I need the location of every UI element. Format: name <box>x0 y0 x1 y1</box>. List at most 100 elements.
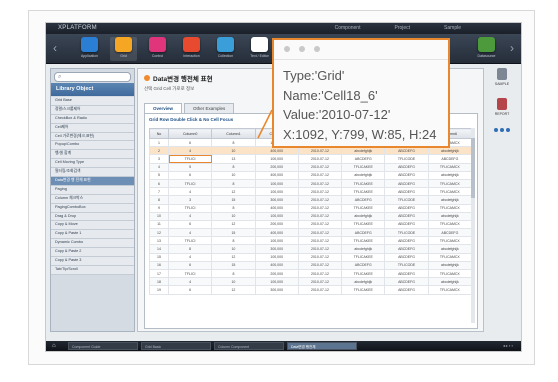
grid-cell[interactable]: 6 <box>167 285 213 295</box>
grid-cell[interactable]: TFLICODE <box>384 228 429 238</box>
table-row[interactable]: 6 TFLICI 8 100,000 2010-07-12 TFLICAKEE ABCDEF… <box>149 178 473 189</box>
library-list-item[interactable]: Copy & Move <box>51 221 134 231</box>
grid-cell[interactable]: 16 <box>149 260 169 271</box>
grid-cell[interactable]: 13 <box>149 236 169 246</box>
grid-cell[interactable]: ABCDEFG <box>384 285 429 295</box>
grid-cell[interactable]: 8 <box>211 268 256 279</box>
grid-cell[interactable]: ABCDEFG <box>427 154 473 164</box>
grid-cell[interactable]: 6 <box>167 260 213 271</box>
ribbon-item[interactable]: Control <box>144 37 171 61</box>
library-list-item[interactable]: Popup/Combo <box>51 141 134 151</box>
vertical-scrollbar[interactable] <box>471 128 475 323</box>
grid-cell[interactable]: 100,000 <box>254 252 299 262</box>
grid-cell[interactable]: TFLICI <box>167 154 213 164</box>
grid-cell[interactable]: 6 <box>167 219 213 230</box>
grid-cell[interactable]: TFLICAMCX <box>427 203 473 213</box>
grid-cell[interactable]: 6 <box>149 178 169 189</box>
grid-cell[interactable]: TFLICAMCX <box>427 268 473 279</box>
grid-cell[interactable]: 10 <box>211 277 256 287</box>
grid-cell[interactable]: TFLICAKEE <box>341 162 386 172</box>
table-row[interactable]: 18 4 10 100,000 2010-07-12 abcdefghijk ABCDEFG… <box>149 277 473 287</box>
grid-cell[interactable]: 2010-07-12 <box>297 219 343 230</box>
table-row[interactable]: 14 8 10 300,000 2010-07-12 abcdefghijk ABCDEFG… <box>149 244 473 254</box>
grid-cell[interactable]: 2010-07-12 <box>297 203 343 213</box>
grid-cell[interactable]: 8 <box>149 195 169 205</box>
grid-cell[interactable]: 12 <box>149 228 169 238</box>
grid-cell[interactable]: TFLICAKEE <box>341 187 386 197</box>
grid-cell[interactable]: abcdefghijk <box>427 211 473 221</box>
grid-cell[interactable]: TFLICI <box>167 178 213 189</box>
grid-cell[interactable]: 3 <box>149 154 169 164</box>
grid-cell[interactable]: abcdefghijk <box>341 211 386 221</box>
table-row[interactable]: 10 4 10 100,000 2010-07-12 abcdefghijk ABCDEFG… <box>149 211 473 221</box>
table-row[interactable]: 11 6 12 200,000 2010-07-12 TFLICAKEE ABCDEFG TF… <box>149 219 473 230</box>
grid-cell[interactable]: abcdefghijk <box>427 195 473 205</box>
data-grid[interactable]: NoColumn0Column1Column2Column3Column4Col… <box>149 128 473 295</box>
grid-cell[interactable]: 2010-07-12 <box>297 228 343 238</box>
grid-cell[interactable]: abcdefghijk <box>341 277 386 287</box>
library-list-item[interactable]: Column 체크박스 <box>51 194 134 204</box>
grid-cell[interactable]: 10 <box>211 211 256 221</box>
library-list-item[interactable]: Paging <box>51 185 134 195</box>
grid-cell[interactable]: 7 <box>149 187 169 197</box>
library-list-item[interactable]: Dynamic Combo <box>51 239 134 249</box>
taskbar-item[interactable]: Data변경 행전체 <box>287 342 357 350</box>
grid-cell[interactable]: TFLICI <box>167 268 213 279</box>
ribbon-item-datasource[interactable]: Datasource <box>473 37 500 61</box>
grid-cell[interactable]: TFLICAMCX <box>427 187 473 197</box>
grid-cell[interactable]: 4 <box>167 228 213 238</box>
grid-cell[interactable]: 13 <box>211 154 256 164</box>
library-list-item[interactable]: PagingComboBox <box>51 203 134 213</box>
table-row[interactable]: 16 6 15 400,000 2010-07-12 ABCDEFG TFLICODE abc… <box>149 260 473 271</box>
grid-cell[interactable]: ABCDEFG <box>384 277 429 287</box>
grid-cell[interactable]: 8 <box>211 236 256 246</box>
table-row[interactable]: 4 5 8 200,000 2010-07-12 TFLICAKEE ABCDEFG TFLI… <box>149 162 473 172</box>
grid-cell[interactable]: ABCDEFG <box>384 187 429 197</box>
ribbon-item[interactable]: Interaction <box>178 37 205 61</box>
table-row[interactable]: 7 4 12 100,000 2010-07-12 TFLICAKEE ABCDEFG TFL… <box>149 187 473 197</box>
grid-cell[interactable]: 9 <box>149 203 169 213</box>
page-dot[interactable] <box>500 128 504 132</box>
library-list-item[interactable]: Cell Moving Type <box>51 159 134 169</box>
grid-column-header[interactable]: No <box>149 128 169 139</box>
grid-cell[interactable]: 2010-07-12 <box>297 260 343 271</box>
grid-cell[interactable]: TFLICI <box>167 203 213 213</box>
grid-cell[interactable]: 100,000 <box>254 236 299 246</box>
grid-cell[interactable]: 10 <box>211 244 256 254</box>
grid-cell[interactable]: 100,000 <box>254 154 299 164</box>
grid-cell[interactable]: 18 <box>149 277 169 287</box>
table-row[interactable]: 12 4 15 400,000 2010-07-12 ABCDEFG TFLICODE ABC… <box>149 228 473 238</box>
grid-cell[interactable]: 1 <box>149 137 169 148</box>
grid-cell[interactable]: 2 <box>149 146 169 156</box>
table-row[interactable]: 8 3 15 300,000 2010-07-12 ABCDEFG TFLICODE abcd… <box>149 195 473 205</box>
grid-cell[interactable]: 6 <box>167 137 213 148</box>
page-dot[interactable] <box>494 128 498 132</box>
grid-cell[interactable]: 6 <box>167 170 213 180</box>
grid-cell[interactable]: ABCDEFG <box>384 211 429 221</box>
taskbar-item[interactable]: Column Component <box>214 342 284 350</box>
top-link-project[interactable]: Project <box>394 25 410 31</box>
grid-cell[interactable]: TFLICAMCX <box>427 219 473 230</box>
grid-cell[interactable]: 2010-07-12 <box>297 268 343 279</box>
grid-cell[interactable]: 2010-07-12 <box>297 277 343 287</box>
grid-cell[interactable]: abcdefghijk <box>427 277 473 287</box>
grid-cell[interactable]: ABCDEFG <box>384 252 429 262</box>
grid-cell[interactable]: TFLICODE <box>384 260 429 271</box>
grid-cell[interactable]: 12 <box>211 285 256 295</box>
grid-cell[interactable]: TFLICAKEE <box>341 236 386 246</box>
report-button[interactable]: REPORT <box>487 98 517 124</box>
grid-cell[interactable]: 8 <box>211 178 256 189</box>
grid-cell[interactable]: 10 <box>211 146 256 156</box>
grid-column-header[interactable]: Column0 <box>167 128 213 139</box>
grid-cell[interactable]: 12 <box>211 252 256 262</box>
sample-button[interactable]: SAMPLE <box>487 68 517 94</box>
grid-cell[interactable]: 300,000 <box>254 195 299 205</box>
grid-cell[interactable]: 4 <box>167 146 213 156</box>
grid-cell[interactable]: TFLICAMCX <box>427 162 473 172</box>
minimize-dot-icon[interactable] <box>299 46 305 52</box>
chevron-left-icon[interactable]: ‹ <box>50 40 60 56</box>
grid-cell[interactable]: 15 <box>211 260 256 271</box>
grid-cell[interactable]: 8 <box>211 162 256 172</box>
grid-cell[interactable]: 2010-07-12 <box>297 252 343 262</box>
table-row[interactable]: 19 6 12 300,000 2010-07-12 TFLICAKEE ABCDEFG TF… <box>149 285 473 295</box>
